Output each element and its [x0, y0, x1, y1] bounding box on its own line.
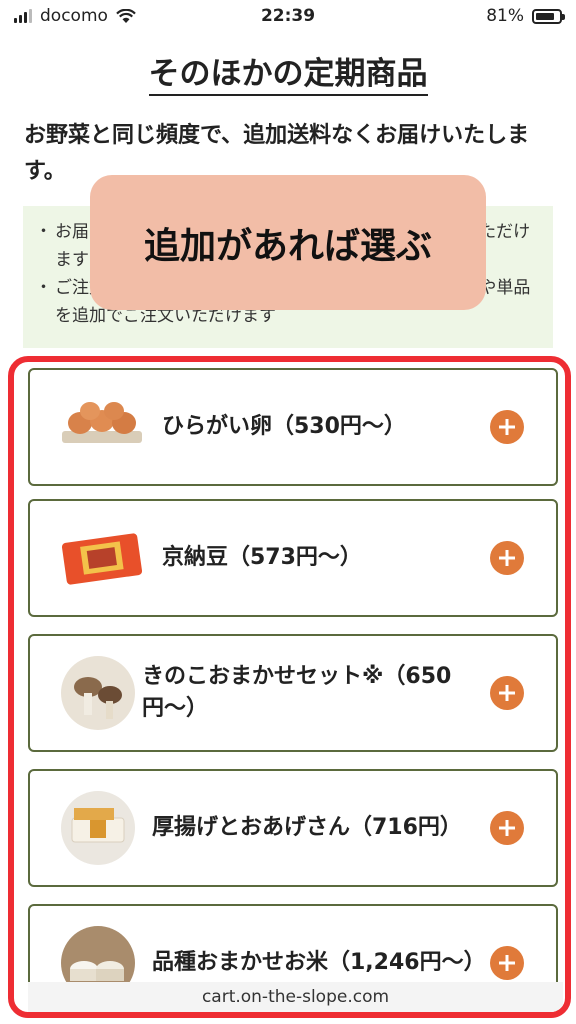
callout-label: 追加があれば選ぶ [90, 175, 486, 310]
url-bar[interactable]: cart.on-the-slope.com [28, 982, 563, 1012]
add-button[interactable] [490, 410, 524, 444]
battery-percent: 81% [486, 6, 524, 26]
product-name: 厚揚げとおあげさん（716円） [152, 815, 462, 840]
product-name: 京納豆（573円〜） [162, 545, 362, 570]
page-title: そのほかの定期商品 [0, 48, 576, 96]
eggs-image [60, 385, 144, 469]
add-button[interactable] [490, 541, 524, 575]
product-name: きのこおまかせセット※（650円〜） [142, 664, 452, 721]
product-card-natto[interactable]: 京納豆（573円〜） [28, 499, 558, 617]
product-card-mushroom[interactable]: きのこおまかせセット※（650円〜） [28, 634, 558, 752]
add-button[interactable] [490, 946, 524, 980]
product-name: 品種おまかせお米（1,246円〜） [152, 950, 486, 975]
highlight-frame: ひらがい卵（530円〜） 京納豆（573円〜） きのこおまかせセット※（650円… [8, 356, 571, 1018]
mushroom-image [60, 655, 136, 731]
battery-area: 81% [486, 6, 565, 26]
product-card-tofu[interactable]: 厚揚げとおあげさん（716円） [28, 769, 558, 887]
tofu-image [60, 790, 136, 866]
battery-icon [532, 8, 565, 24]
status-bar: docomo 22:39 81% [0, 0, 576, 34]
natto-image [60, 516, 144, 600]
add-button[interactable] [490, 676, 524, 710]
add-button[interactable] [490, 811, 524, 845]
page-title-text: そのほかの定期商品 [148, 56, 428, 96]
product-name: ひらがい卵（530円〜） [162, 414, 406, 439]
product-card-eggs[interactable]: ひらがい卵（530円〜） [28, 368, 558, 486]
